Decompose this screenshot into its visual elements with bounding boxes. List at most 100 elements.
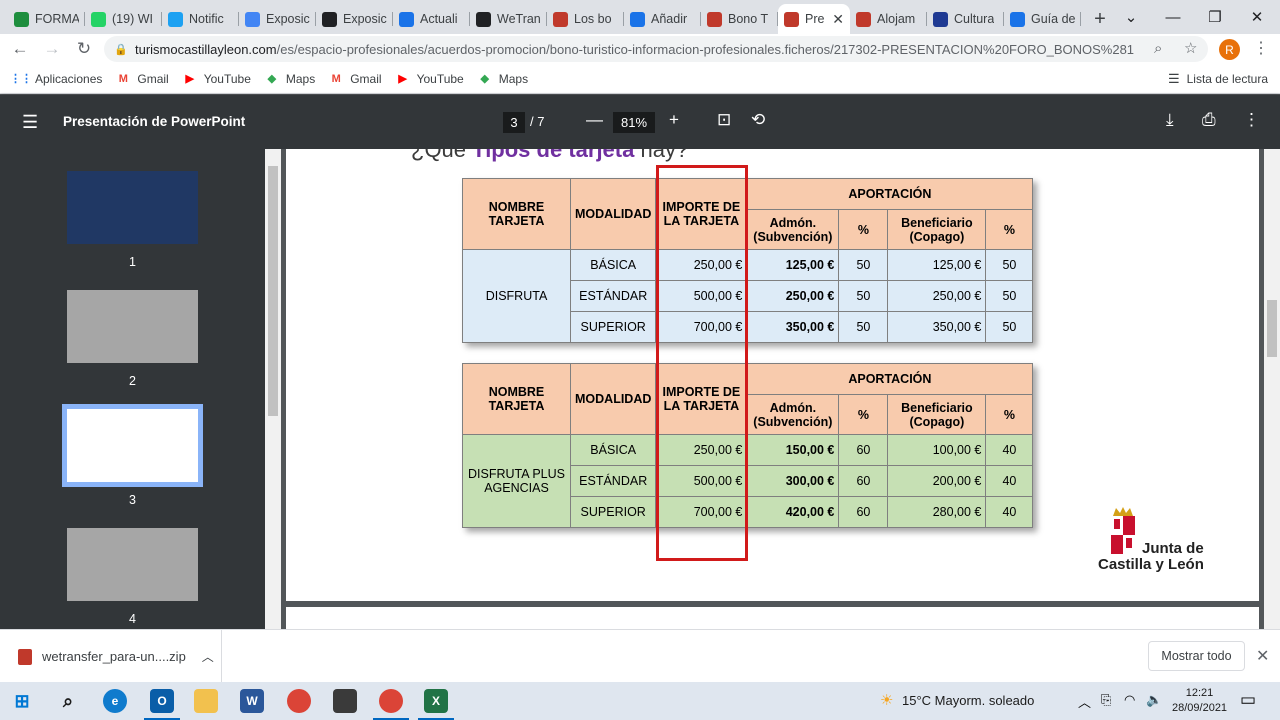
bookmark-item[interactable]: ▶ YouTube bbox=[395, 71, 464, 86]
pdf-toolbar: ☰ Presentación de PowerPoint 3 / 7 — 81%… bbox=[0, 95, 1280, 149]
zoom-in-icon[interactable]: + bbox=[669, 110, 679, 130]
browser-tab[interactable]: (19) WI bbox=[85, 4, 162, 34]
sticky-app-icon[interactable] bbox=[333, 689, 357, 713]
search-icon[interactable]: ⌕ bbox=[1154, 40, 1162, 57]
gmail-icon: M bbox=[331, 72, 341, 85]
forward-icon[interactable]: → bbox=[40, 37, 64, 61]
chevron-up-icon[interactable]: ︿ bbox=[202, 648, 214, 665]
outlook-icon[interactable]: O bbox=[144, 689, 180, 720]
thumbnail-page-number: 3 bbox=[129, 493, 136, 507]
page-number-input[interactable]: 3 bbox=[503, 112, 525, 133]
document-viewport: ¿Qué Tipos de tarjeta hay? NOMBRE TARJET… bbox=[281, 149, 1264, 629]
browser-tab[interactable]: Cultura bbox=[927, 4, 1004, 34]
browser-tab[interactable]: Actuali bbox=[393, 4, 470, 34]
subsidy-cell: 150,00 € bbox=[746, 434, 840, 466]
page-thumbnail[interactable] bbox=[67, 528, 198, 601]
zoom-level-input[interactable]: 81% bbox=[613, 112, 655, 133]
excel-icon[interactable]: X bbox=[418, 689, 454, 720]
browser-tab[interactable]: FORMA bbox=[8, 4, 85, 34]
bookmark-label: YouTube bbox=[203, 71, 251, 86]
tab-label: WeTran bbox=[497, 12, 541, 26]
bookmark-item[interactable]: ⋮⋮ Aplicaciones bbox=[10, 71, 103, 86]
close-tab-icon[interactable]: ✕ bbox=[832, 11, 844, 28]
browser-tab[interactable]: WeTran bbox=[470, 4, 547, 34]
chrome-profile-icon[interactable] bbox=[373, 689, 409, 720]
browser-tab[interactable]: Bono T bbox=[701, 4, 778, 34]
word-icon[interactable]: W bbox=[240, 689, 264, 713]
page-thumbnail[interactable] bbox=[62, 404, 203, 487]
browser-tab[interactable]: Exposic bbox=[239, 4, 316, 34]
bookmark-item[interactable]: ◆ Maps bbox=[264, 72, 316, 86]
chevron-up-icon[interactable]: ︿ bbox=[1078, 692, 1091, 711]
browser-tab[interactable]: Exposic bbox=[316, 4, 393, 34]
notifications-icon[interactable]: ▭ bbox=[1240, 690, 1256, 710]
reload-icon[interactable]: ↻ bbox=[72, 37, 96, 61]
profile-avatar[interactable]: R bbox=[1219, 39, 1240, 60]
more-options-icon[interactable]: ⋮ bbox=[1243, 110, 1260, 130]
browser-tab[interactable]: Guía de bbox=[1004, 4, 1081, 34]
edge-icon[interactable]: e bbox=[103, 689, 127, 713]
heading-prefix: ¿Qué bbox=[411, 149, 467, 162]
bookmark-item[interactable]: ▶ YouTube bbox=[182, 71, 251, 86]
close-icon[interactable]: ✕ bbox=[1256, 646, 1269, 666]
fit-page-icon[interactable]: ⊡ bbox=[717, 110, 731, 130]
subsidy-percent-cell: 50 bbox=[838, 249, 889, 281]
download-filename: wetransfer_para-un....zip bbox=[42, 649, 186, 664]
volume-icon[interactable]: 🔈 bbox=[1146, 692, 1162, 708]
reading-list-button[interactable]: ☰ Lista de lectura bbox=[1168, 71, 1268, 87]
tab-label: Actuali bbox=[420, 12, 458, 26]
chrome-icon[interactable] bbox=[287, 689, 311, 713]
browser-tab[interactable]: Los bo bbox=[547, 4, 624, 34]
bookmark-item[interactable]: ◆ Maps bbox=[477, 72, 528, 86]
browser-tab[interactable]: Pre ✕ bbox=[778, 4, 850, 34]
maximize-button[interactable]: ❐ bbox=[1194, 0, 1236, 34]
subsidy-cell: 125,00 € bbox=[746, 249, 840, 281]
close-window-button[interactable]: ✕ bbox=[1236, 0, 1278, 34]
sidebar-scroll-thumb[interactable] bbox=[268, 166, 278, 416]
tab-label: Cultura bbox=[954, 12, 995, 26]
highlight-box bbox=[656, 165, 748, 561]
print-icon[interactable]: ⎙ bbox=[1202, 110, 1216, 130]
bookmark-item[interactable]: M Gmail bbox=[115, 72, 169, 86]
youtube-icon: ▶ bbox=[398, 73, 407, 85]
heading-suffix: hay? bbox=[640, 149, 689, 162]
browser-tab[interactable]: Añadir bbox=[624, 4, 701, 34]
bookmark-star-icon[interactable]: ☆ bbox=[1184, 39, 1197, 57]
taskbar-clock[interactable]: 12:21 28/09/2021 bbox=[1172, 686, 1227, 716]
weather-text[interactable]: 15°C Mayorm. soleado bbox=[902, 693, 1034, 708]
page-thumbnail[interactable] bbox=[67, 290, 198, 363]
lock-icon[interactable]: 🔒 bbox=[114, 43, 128, 56]
zoom-out-icon[interactable]: — bbox=[586, 110, 603, 130]
browser-tab[interactable]: Alojam bbox=[850, 4, 927, 34]
bookmark-label: Aplicaciones bbox=[35, 71, 103, 86]
back-icon[interactable]: ← bbox=[8, 37, 32, 61]
download-item[interactable]: wetransfer_para-un....zip ︿ bbox=[0, 630, 222, 683]
file-explorer-icon[interactable] bbox=[194, 689, 218, 713]
url-host: turismocastillayleon.com bbox=[135, 41, 277, 57]
bookmark-label: Maps bbox=[498, 71, 529, 86]
download-icon[interactable]: ⤓ bbox=[1166, 110, 1174, 130]
document-scroll-thumb[interactable] bbox=[1267, 300, 1277, 357]
browser-menu-icon[interactable]: ⋮ bbox=[1253, 38, 1269, 58]
minimize-button[interactable]: — bbox=[1152, 0, 1194, 34]
address-bar[interactable]: 🔒 turismocastillayleon.com/es/espacio-pr… bbox=[104, 36, 1208, 62]
show-all-button[interactable]: Mostrar todo bbox=[1148, 641, 1245, 671]
windows-start-icon[interactable]: ⊞ bbox=[10, 689, 34, 713]
menu-icon[interactable]: ☰ bbox=[22, 112, 38, 133]
rotate-icon[interactable]: ⟲ bbox=[751, 110, 765, 130]
wetransfer-icon bbox=[476, 11, 491, 27]
page-thumbnail[interactable] bbox=[67, 171, 198, 244]
usb-icon[interactable]: ⎘ bbox=[1101, 692, 1111, 708]
modality-cell: SUPERIOR bbox=[569, 311, 657, 343]
bookmark-label: YouTube bbox=[416, 71, 464, 86]
browser-tab[interactable]: Notific bbox=[162, 4, 239, 34]
zip-file-icon bbox=[18, 648, 32, 665]
tab-search-icon[interactable]: ⌄ bbox=[1110, 0, 1152, 34]
search-icon[interactable]: ⌕ bbox=[56, 689, 80, 713]
document-scrollbar[interactable] bbox=[1264, 149, 1280, 629]
bookmark-item[interactable]: M Gmail bbox=[328, 72, 382, 86]
wifi-icon[interactable]: ◠ bbox=[1124, 692, 1135, 708]
tab-list: FORMA (19) WI Notific Exposic Exposic Actuali… bbox=[8, 4, 1081, 34]
tab-label: Exposic bbox=[266, 12, 310, 26]
cyl-tourism-icon bbox=[856, 11, 871, 27]
